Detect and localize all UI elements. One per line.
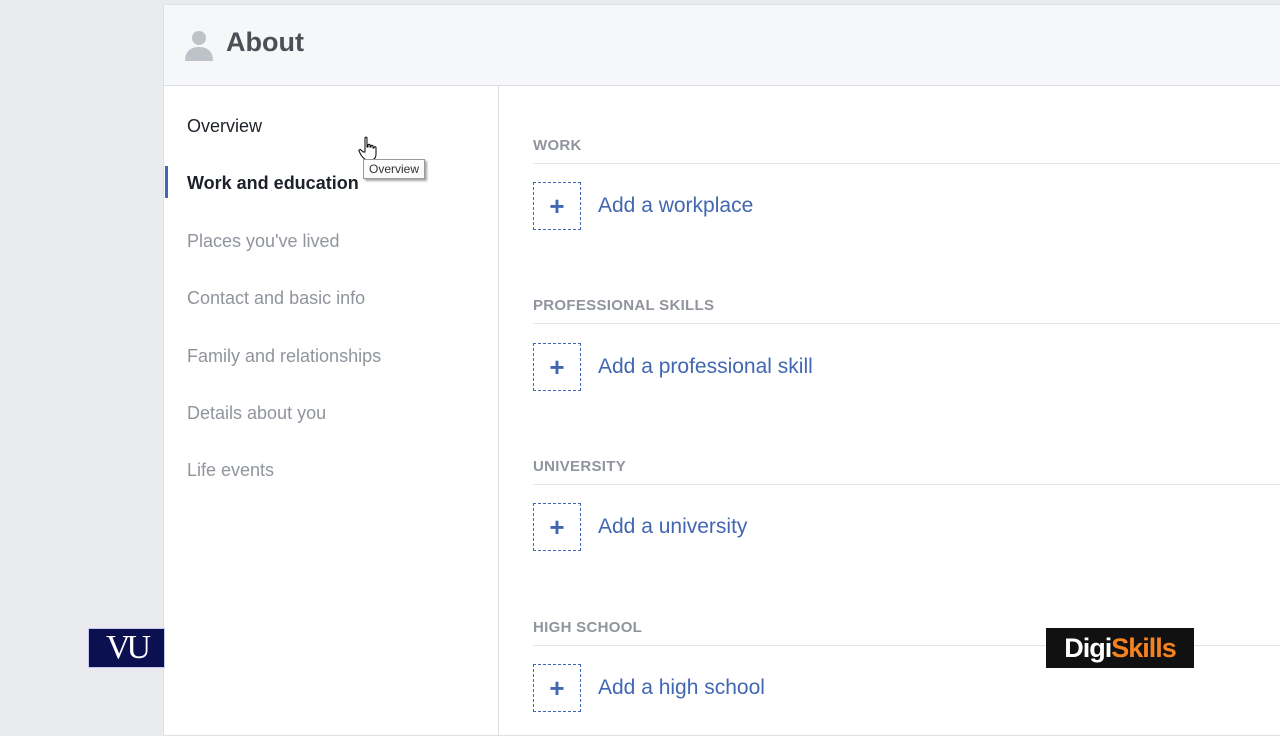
sidebar-item-places[interactable]: Places you've lived bbox=[187, 231, 340, 252]
section-heading-high-school: HIGH SCHOOL bbox=[533, 619, 643, 636]
add-university-button[interactable]: + Add a university bbox=[533, 502, 747, 552]
sidebar-item-life-events[interactable]: Life events bbox=[187, 460, 274, 481]
sidebar-item-overview[interactable]: Overview bbox=[187, 116, 262, 137]
section-heading-professional-skills: PROFESSIONAL SKILLS bbox=[533, 297, 715, 314]
about-header: About bbox=[164, 5, 1280, 86]
add-professional-skill-button[interactable]: + Add a professional skill bbox=[533, 342, 813, 392]
add-high-school-label: Add a high school bbox=[598, 676, 765, 699]
section-divider bbox=[533, 163, 1280, 164]
sidebar-item-details[interactable]: Details about you bbox=[187, 403, 326, 424]
about-sidebar: Overview Work and education Places you'v… bbox=[164, 86, 499, 736]
background-strip bbox=[0, 0, 163, 720]
digiskills-logo-part1: Digi bbox=[1064, 632, 1112, 663]
plus-icon: + bbox=[533, 182, 581, 230]
active-indicator bbox=[165, 166, 168, 198]
plus-icon: + bbox=[533, 343, 581, 391]
about-card: About Overview Work and education Places… bbox=[163, 4, 1280, 736]
sidebar-item-work-and-education[interactable]: Work and education bbox=[187, 173, 359, 194]
section-heading-work: WORK bbox=[533, 137, 582, 154]
section-heading-university: UNIVERSITY bbox=[533, 458, 627, 475]
plus-icon: + bbox=[533, 664, 581, 712]
add-professional-skill-label: Add a professional skill bbox=[598, 355, 813, 378]
person-icon bbox=[185, 31, 213, 61]
section-divider bbox=[533, 484, 1280, 485]
add-workplace-label: Add a workplace bbox=[598, 194, 754, 217]
section-divider bbox=[533, 323, 1280, 324]
add-workplace-button[interactable]: + Add a workplace bbox=[533, 181, 753, 231]
page-title: About bbox=[226, 27, 304, 57]
vu-logo: VU bbox=[88, 628, 165, 668]
sidebar-item-family[interactable]: Family and relationships bbox=[187, 346, 381, 367]
plus-icon: + bbox=[533, 503, 581, 551]
digiskills-logo-part2: Skills bbox=[1111, 632, 1177, 663]
digiskills-logo: Digi Skills bbox=[1046, 628, 1194, 668]
sidebar-item-contact[interactable]: Contact and basic info bbox=[187, 288, 365, 309]
overview-tooltip: Overview bbox=[363, 159, 426, 179]
add-university-label: Add a university bbox=[598, 515, 748, 538]
add-high-school-button[interactable]: + Add a high school bbox=[533, 663, 765, 713]
